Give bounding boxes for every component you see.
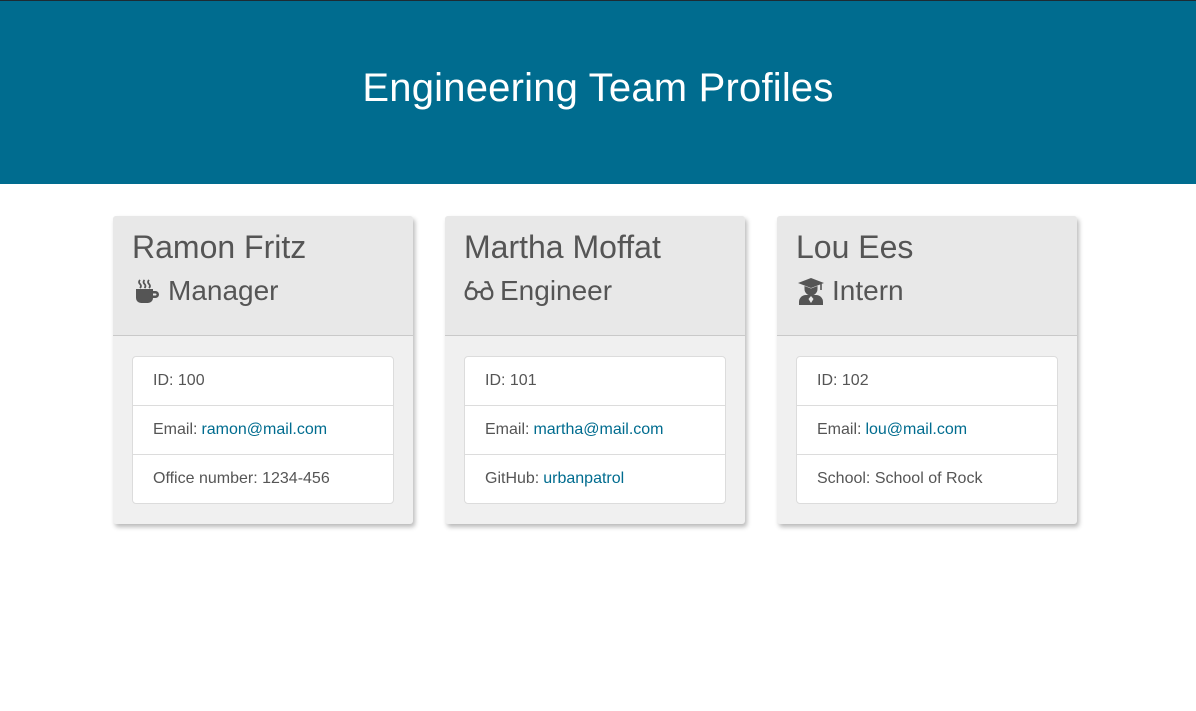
id-value: 101 [509, 372, 537, 389]
card-header: Martha Moffat Engineer [445, 216, 745, 336]
page-banner: Engineering Team Profiles [0, 1, 1196, 184]
employee-role: Engineer [464, 274, 726, 308]
role-label: Manager [168, 275, 279, 306]
github-link[interactable]: urbanpatrol [543, 470, 624, 488]
email-label: Email: [817, 421, 862, 438]
coffee-mug-icon [132, 276, 162, 306]
office-number-row: Office number: 1234-456 [133, 455, 393, 503]
id-label: ID: [817, 372, 838, 389]
email-link[interactable]: lou@mail.com [865, 421, 967, 439]
employee-card-engineer: Martha Moffat Engineer ID: 101 Email: ma… [445, 216, 745, 524]
team-cards: Ramon Fritz Manager ID: 100 Email: ramon… [113, 216, 1077, 524]
email-label: Email: [153, 421, 198, 438]
role-label: Engineer [500, 275, 613, 306]
card-header: Lou Ees Intern [777, 216, 1077, 336]
employee-role: Manager [132, 274, 394, 308]
card-body: ID: 102 Email: lou@mail.com School: Scho… [777, 336, 1077, 524]
card-body: ID: 101 Email: martha@mail.com GitHub: u… [445, 336, 745, 524]
id-label: ID: [485, 372, 506, 389]
info-list: ID: 101 Email: martha@mail.com GitHub: u… [464, 356, 726, 504]
card-body: ID: 100 Email: ramon@mail.com Office num… [113, 336, 413, 524]
email-row: Email: lou@mail.com [797, 406, 1057, 455]
page-title: Engineering Team Profiles [362, 66, 834, 110]
id-value: 102 [841, 372, 869, 389]
office-number-label: Office number: [153, 470, 258, 487]
school-label: School: [817, 470, 871, 487]
email-label: Email: [485, 421, 530, 438]
email-link[interactable]: martha@mail.com [533, 421, 663, 439]
employee-name: Lou Ees [796, 229, 914, 265]
employee-card-manager: Ramon Fritz Manager ID: 100 Email: ramon… [113, 216, 413, 524]
employee-name: Ramon Fritz [132, 229, 307, 265]
id-row: ID: 101 [465, 357, 725, 406]
role-label: Intern [832, 275, 904, 306]
github-label: GitHub: [485, 470, 540, 487]
school-row: School: School of Rock [797, 455, 1057, 503]
id-row: ID: 102 [797, 357, 1057, 406]
id-row: ID: 100 [133, 357, 393, 406]
card-header: Ramon Fritz Manager [113, 216, 413, 336]
graduate-icon [796, 276, 826, 306]
employee-name: Martha Moffat [464, 229, 661, 265]
info-list: ID: 102 Email: lou@mail.com School: Scho… [796, 356, 1058, 504]
info-list: ID: 100 Email: ramon@mail.com Office num… [132, 356, 394, 504]
id-value: 100 [177, 372, 205, 389]
employee-card-intern: Lou Ees Intern ID: 102 Email: lou@mail.c… [777, 216, 1077, 524]
github-row: GitHub: urbanpatrol [465, 455, 725, 503]
glasses-icon [464, 276, 494, 306]
email-row: Email: ramon@mail.com [133, 406, 393, 455]
school-value: School of Rock [874, 470, 983, 487]
office-number-value: 1234-456 [262, 470, 330, 487]
email-link[interactable]: ramon@mail.com [201, 421, 327, 439]
employee-role: Intern [796, 274, 1058, 308]
id-label: ID: [153, 372, 174, 389]
email-row: Email: martha@mail.com [465, 406, 725, 455]
